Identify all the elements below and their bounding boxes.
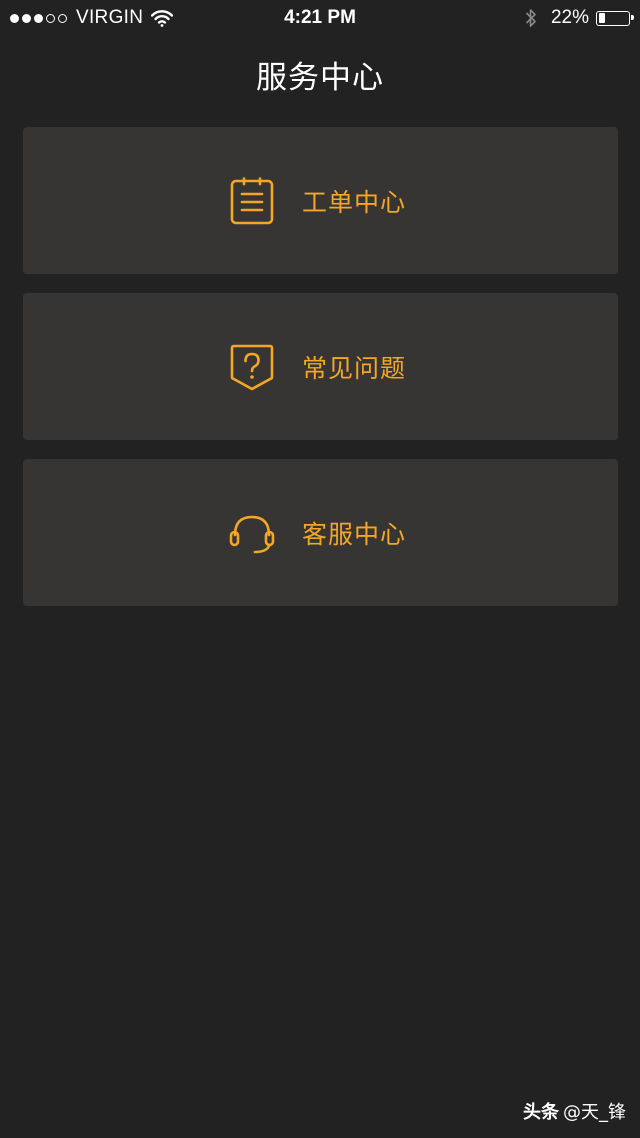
bluetooth-icon — [525, 9, 536, 27]
customer-service-center-button[interactable]: 客服中心 — [23, 459, 618, 606]
battery-level — [598, 13, 605, 23]
service-menu: 工单中心 常见问题 客服中心 — [23, 127, 618, 625]
battery-icon — [596, 10, 634, 26]
watermark: 头条 @天_锋 — [523, 1098, 626, 1124]
status-right: 22% — [525, 6, 634, 30]
status-bar: VIRGIN 4:21 PM 22% — [0, 0, 640, 36]
menu-label: 工单中心 — [301, 187, 406, 217]
page-title: 服务中心 — [256, 60, 384, 96]
watermark-handle: @天_锋 — [563, 1102, 626, 1123]
question-badge-icon — [230, 344, 274, 390]
headset-icon — [229, 515, 275, 553]
clipboard-list-icon — [230, 176, 274, 224]
faq-button[interactable]: 常见问题 — [23, 293, 618, 440]
menu-label: 客服中心 — [301, 519, 406, 549]
work-order-center-button[interactable]: 工单中心 — [23, 127, 618, 274]
menu-label: 常见问题 — [301, 353, 406, 383]
watermark-brand: 头条 — [523, 1102, 559, 1123]
battery-percent: 22% — [550, 7, 589, 28]
